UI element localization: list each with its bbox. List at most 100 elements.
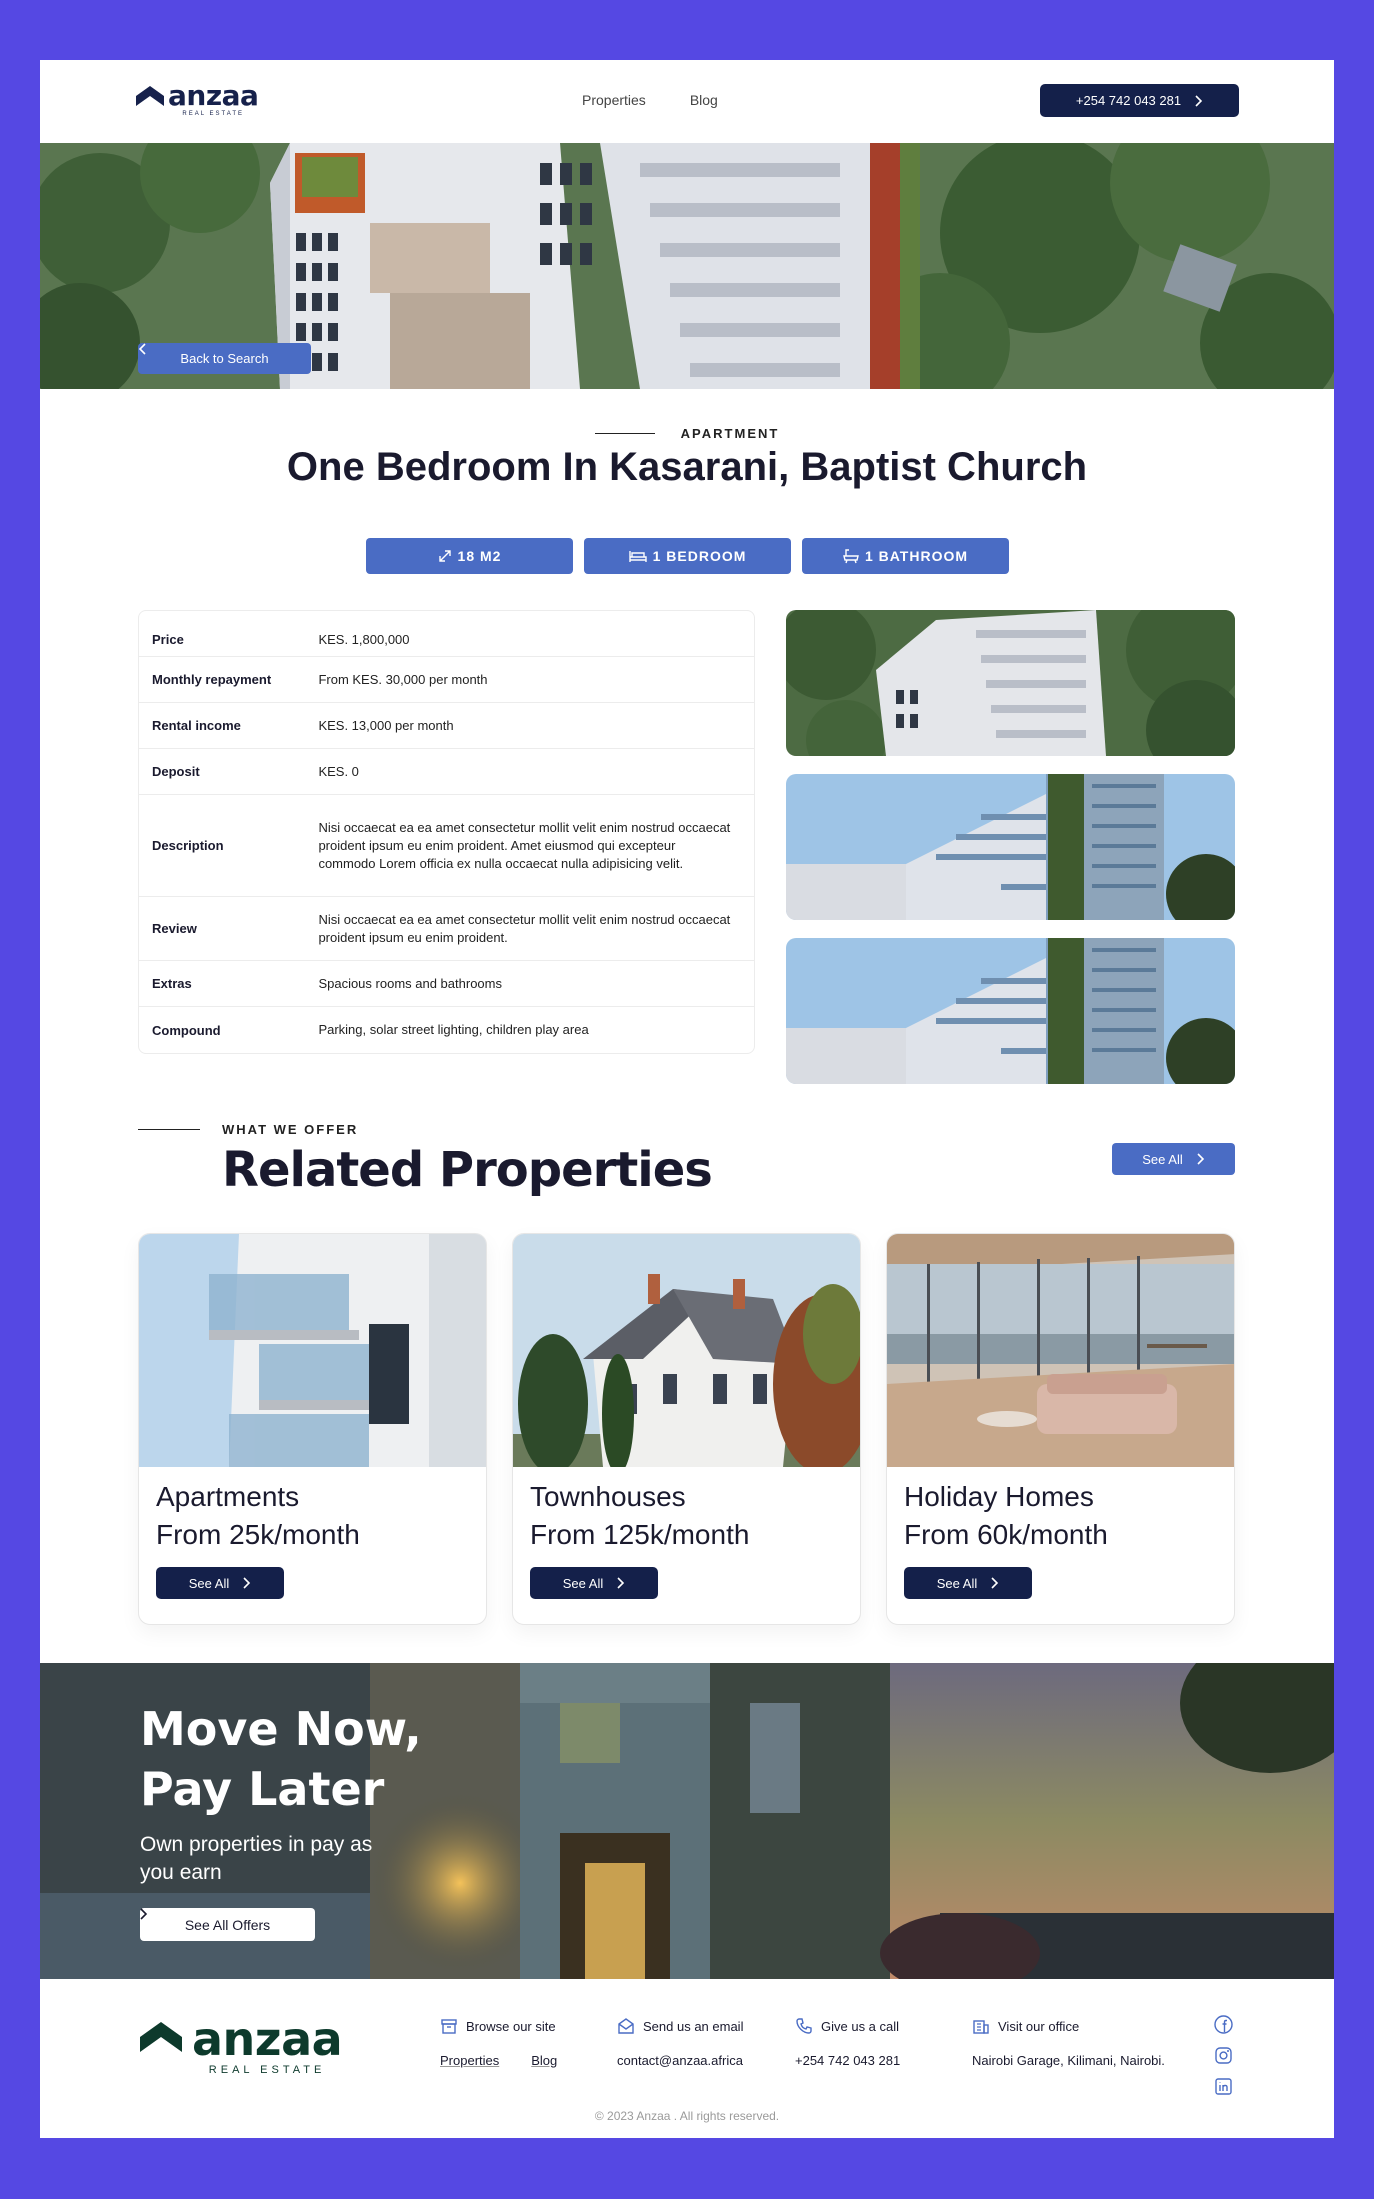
bathtub-icon — [843, 549, 859, 564]
footer-call-value[interactable]: +254 742 043 281 — [795, 2053, 900, 2068]
detail-key: Compound — [152, 1022, 221, 1038]
detail-value: KES. 13,000 per month — [318, 717, 454, 733]
footer-browse: Browse our site Properties Blog — [440, 2017, 557, 2069]
logo-word: anzaa — [168, 79, 259, 112]
property-card-apartments[interactable]: Apartments From 25k/month See All — [138, 1233, 487, 1625]
chevron-right-icon — [991, 1577, 999, 1589]
chevron-right-icon — [1197, 1153, 1204, 1165]
gallery-aerial-photo — [786, 610, 1235, 756]
card-see-all-button[interactable]: See All — [530, 1567, 658, 1599]
chevron-right-icon — [243, 1577, 251, 1589]
hero-image: Back to Search — [40, 143, 1334, 389]
nav-blog[interactable]: Blog — [690, 92, 718, 108]
footer-link-properties[interactable]: Properties — [440, 2053, 499, 2068]
site-header: anzaa REAL ESTATE Properties Blog +254 7… — [40, 60, 1334, 143]
feature-chip-area: 18 M2 — [366, 538, 573, 574]
property-card-townhouses[interactable]: Townhouses From 125k/month See All — [512, 1233, 861, 1625]
table-row: Price KES. 1,800,000 — [139, 623, 754, 657]
divider — [138, 1129, 200, 1130]
footer-email: Send us an email contact@anzaa.africa — [617, 2017, 743, 2068]
gallery-image[interactable] — [786, 610, 1235, 756]
table-row: Rental income KES. 13,000 per month — [139, 703, 754, 749]
detail-key: Description — [152, 838, 224, 853]
card-image — [513, 1234, 860, 1467]
phone-icon — [796, 2018, 812, 2034]
building-icon — [973, 2020, 989, 2034]
see-all-label: See All — [562, 1575, 604, 1591]
detail-value: KES. 1,800,000 — [318, 631, 410, 647]
see-all-offers-button[interactable]: See All Offers — [140, 1908, 315, 1941]
copyright: © 2023 Anzaa . All rights reserved. — [594, 2109, 780, 2123]
townhouses-photo — [513, 1234, 860, 1467]
card-title: Apartments — [156, 1481, 300, 1512]
detail-value: From KES. 30,000 per month — [318, 671, 488, 687]
listing-gallery — [786, 610, 1235, 1102]
feature-chip-bathroom-label: 1 BATHROOM — [864, 548, 969, 564]
apartments-photo — [139, 1234, 486, 1467]
see-all-label: See All — [936, 1575, 978, 1591]
footer-office-label: Visit our office — [998, 2018, 1080, 2034]
linkedin-icon[interactable] — [1214, 2077, 1233, 2096]
feature-chip-bathroom: 1 BATHROOM — [802, 538, 1009, 574]
footer-link-blog[interactable]: Blog — [531, 2053, 557, 2068]
banner-title: Move Now, Pay Later — [140, 1702, 422, 1816]
footer-logo-subtitle: REAL ESTATE — [208, 2064, 326, 2076]
logo-roof-icon — [140, 2022, 182, 2052]
phone-label: +254 742 043 281 — [1075, 93, 1182, 108]
detail-value: Nisi occaecat ea ea amet consectetur mol… — [318, 819, 731, 871]
related-cards: Apartments From 25k/month See All Townho… — [138, 1233, 1235, 1625]
table-row: Extras Spacious rooms and bathrooms — [139, 961, 754, 1007]
main-nav: Properties Blog — [582, 92, 718, 108]
card-title: Townhouses — [530, 1481, 686, 1512]
card-image — [887, 1234, 1234, 1467]
table-row: Review Nisi occaecat ea ea amet consecte… — [139, 897, 754, 961]
card-price: From 25k/month — [156, 1519, 360, 1550]
nav-properties[interactable]: Properties — [582, 92, 646, 108]
related-eyebrow: WHAT WE OFFER — [138, 1122, 358, 1137]
instagram-icon[interactable] — [1214, 2046, 1233, 2065]
archive-icon — [441, 2019, 457, 2034]
table-row: Deposit KES. 0 — [139, 749, 754, 795]
footer-logo-word: anzaa — [192, 2012, 343, 2066]
logo[interactable]: anzaa REAL ESTATE — [136, 79, 259, 117]
bed-icon — [628, 551, 647, 562]
see-all-label: See All — [188, 1575, 230, 1591]
chevron-right-icon — [617, 1577, 625, 1589]
gallery-image[interactable] — [786, 938, 1235, 1084]
gallery-facade-photo — [786, 938, 1235, 1084]
footer-call-label: Give us a call — [821, 2018, 900, 2034]
chevron-left-icon — [138, 343, 146, 355]
listing-category: APARTMENT — [40, 426, 1334, 441]
detail-key: Extras — [152, 976, 192, 991]
listing-title: One Bedroom In Kasarani, Baptist Church — [286, 445, 1088, 489]
card-price: From 125k/month — [530, 1519, 750, 1550]
related-title: Related Properties — [222, 1142, 713, 1198]
card-see-all-button[interactable]: See All — [156, 1567, 284, 1599]
back-to-search-button[interactable]: Back to Search — [138, 343, 311, 374]
property-card-holiday-homes[interactable]: Holiday Homes From 60k/month See All — [886, 1233, 1235, 1625]
detail-key: Price — [152, 632, 184, 647]
table-row: Description Nisi occaecat ea ea amet con… — [139, 795, 754, 897]
detail-key: Monthly repayment — [152, 672, 272, 687]
gallery-image[interactable] — [786, 774, 1235, 920]
detail-value: Spacious rooms and bathrooms — [318, 975, 502, 991]
table-row: Compound Parking, solar street lighting,… — [139, 1007, 754, 1053]
back-to-search-label: Back to Search — [180, 351, 269, 366]
listing-features: 18 M2 1 BEDROOM 1 BATHROOM — [366, 538, 1009, 574]
footer-email-value[interactable]: contact@anzaa.africa — [617, 2053, 743, 2068]
logo-roof-icon — [136, 86, 164, 106]
related-see-all-button[interactable]: See All — [1112, 1143, 1235, 1175]
social-links — [1214, 2015, 1233, 2096]
card-see-all-button[interactable]: See All — [904, 1567, 1032, 1599]
footer-office: Visit our office Nairobi Garage, Kiliman… — [972, 2017, 1165, 2069]
detail-key: Deposit — [152, 764, 200, 779]
detail-key: Rental income — [152, 718, 241, 733]
detail-value: Nisi occaecat ea ea amet consectetur mol… — [318, 911, 731, 945]
detail-value: Parking, solar street lighting, children… — [318, 1022, 589, 1037]
facebook-icon[interactable] — [1214, 2015, 1233, 2034]
footer-logo[interactable]: anzaa REAL ESTATE — [140, 2012, 343, 2076]
phone-button[interactable]: +254 742 043 281 — [1040, 84, 1239, 117]
holiday-homes-photo — [887, 1234, 1234, 1467]
mail-open-icon — [618, 2018, 634, 2034]
gallery-facade-photo — [786, 774, 1235, 920]
